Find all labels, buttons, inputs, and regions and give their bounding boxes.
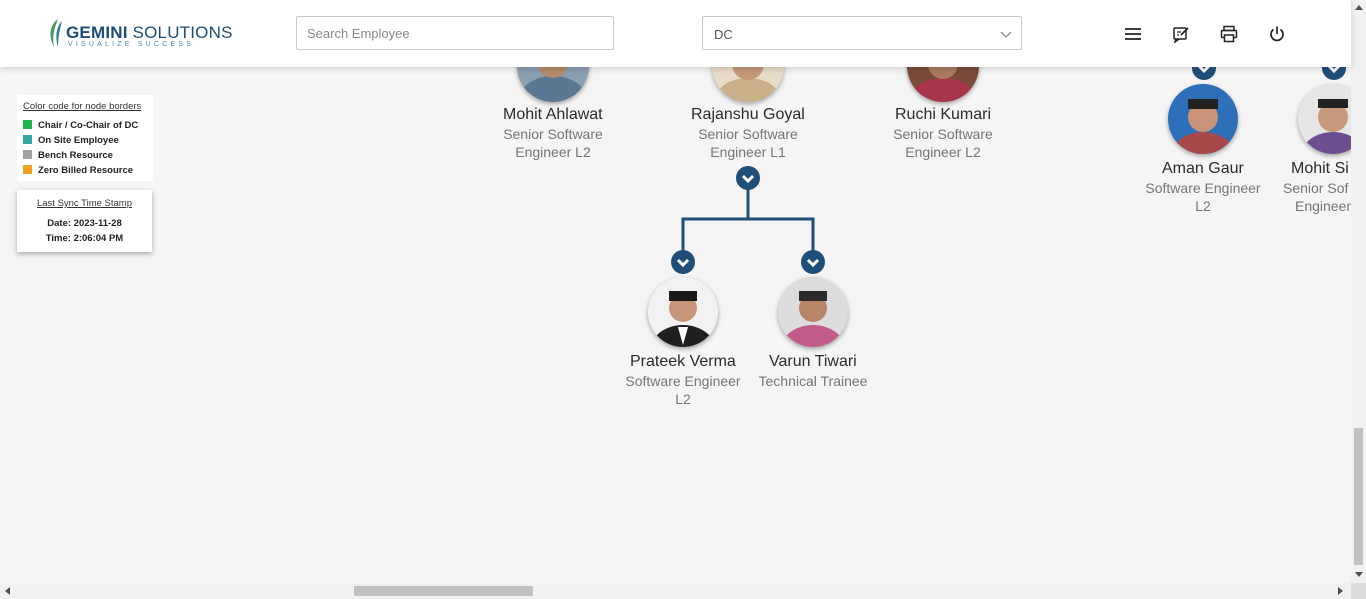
legend-title: Color code for node borders [23, 101, 142, 112]
employee-role: Senior Software Engineer L1 [698, 126, 798, 160]
sync-timestamp-card: Last Sync Time Stamp Date: 2023-11-28 Ti… [17, 190, 152, 252]
employee-role: Technical Trainee [758, 373, 868, 389]
employee-avatar[interactable] [1168, 84, 1238, 154]
power-icon[interactable] [1268, 25, 1286, 43]
employee-name: Rajanshu Goyal [691, 106, 805, 123]
menu-icon[interactable] [1124, 25, 1142, 43]
legend-label: On Site Employee [38, 135, 119, 146]
legend-swatch [23, 120, 32, 129]
employee-avatar[interactable] [648, 277, 718, 347]
scrollbar-corner [1351, 583, 1366, 599]
employee-role: Software Engineer L2 [1145, 180, 1261, 214]
leaf-logo-icon [50, 19, 62, 47]
legend-label: Zero Billed Resource [38, 165, 134, 176]
scroll-left-arrow-icon[interactable] [5, 587, 10, 595]
employee-role: Senior Software Engineer L2 [503, 126, 603, 160]
sync-title: Last Sync Time Stamp [36, 198, 133, 209]
sync-time: Time: 2:06:04 PM [45, 233, 124, 244]
logo-title: GEMINI SOLUTIONS [66, 23, 233, 42]
expand-toggle-icon[interactable] [801, 250, 825, 274]
sync-date: Date: 2023-11-28 [47, 218, 122, 229]
vertical-scrollbar[interactable] [1351, 0, 1366, 583]
employee-role: Software Engineer L2 [625, 373, 741, 407]
scroll-up-arrow-icon[interactable] [1355, 5, 1363, 10]
print-icon[interactable] [1220, 25, 1238, 43]
chevron-down-icon [1000, 31, 1012, 38]
legend-swatch [23, 135, 32, 144]
expand-toggle-icon[interactable] [736, 166, 760, 190]
employee-name: Aman Gaur [1162, 160, 1244, 177]
legend-label: Chair / Co-Chair of DC [38, 120, 139, 131]
employee-role: Senior Software Engineer L2 [893, 126, 993, 160]
legend-swatch [23, 165, 32, 174]
employee-name: Prateek Verma [630, 353, 736, 370]
horizontal-scroll-thumb[interactable] [354, 586, 533, 596]
employee-avatar[interactable] [778, 277, 848, 347]
employee-name: Mohit Ahlawat [503, 106, 603, 123]
scroll-down-arrow-icon[interactable] [1355, 572, 1363, 577]
legend-label: Bench Resource [38, 150, 113, 161]
search-employee-input[interactable] [296, 16, 614, 50]
legend-swatch [23, 150, 32, 159]
dc-dropdown[interactable]: DC [702, 16, 1022, 50]
expand-toggle-icon[interactable] [671, 250, 695, 274]
employee-name: Mohit Si [1291, 160, 1349, 177]
top-header: GEMINI SOLUTIONS VISUALIZE SUCCESS DC [0, 0, 1351, 67]
dropdown-selected-value: DC [714, 27, 733, 42]
logo-tagline: VISUALIZE SUCCESS [68, 41, 194, 48]
scroll-right-arrow-icon[interactable] [1338, 587, 1343, 595]
gemini-logo[interactable]: GEMINI SOLUTIONS VISUALIZE SUCCESS [46, 17, 232, 51]
employee-name: Varun Tiwari [769, 353, 857, 370]
border-color-legend: Color code for node borders Chair / Co-C… [17, 95, 153, 181]
horizontal-scrollbar[interactable] [0, 583, 1351, 599]
employee-name: Ruchi Kumari [895, 106, 992, 123]
vertical-scroll-thumb[interactable] [1354, 428, 1363, 565]
feedback-edit-icon[interactable] [1172, 25, 1190, 43]
